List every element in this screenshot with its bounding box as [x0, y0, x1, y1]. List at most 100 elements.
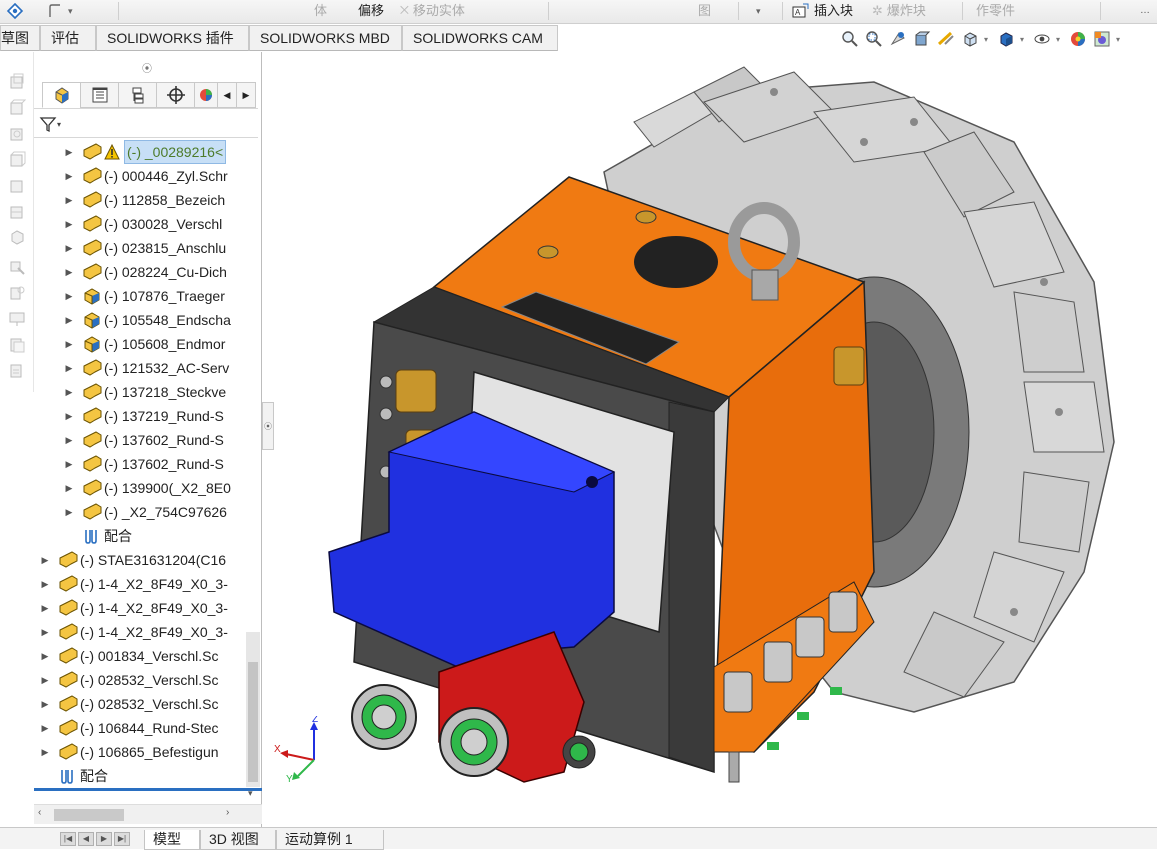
- expand-arrow-icon[interactable]: ▶: [64, 261, 74, 283]
- tab-solidworks-addins[interactable]: SOLIDWORKS 插件: [96, 25, 249, 51]
- sketch-tool-icon[interactable]: ▾: [46, 0, 73, 22]
- tree-item-component[interactable]: ▶ (-) 023815_Anschlu: [64, 236, 262, 260]
- overflow-icon[interactable]: …: [1140, 0, 1150, 22]
- first-tab-icon[interactable]: |◀: [60, 832, 76, 846]
- display-style-icon[interactable]: [996, 29, 1016, 49]
- vertical-scrollbar-thumb[interactable]: [248, 662, 258, 782]
- body-command[interactable]: 体: [314, 0, 327, 22]
- strip-tool-11-icon[interactable]: [8, 336, 26, 354]
- tab-dimxpert-manager[interactable]: [156, 82, 195, 108]
- rollback-bar[interactable]: [34, 788, 262, 791]
- tree-item-component[interactable]: ▶ (-) 137218_Steckve: [64, 380, 262, 404]
- tabs-scroll-left-icon[interactable]: ◀: [217, 82, 237, 108]
- tree-item-component[interactable]: ▶ (-) 1-4_X2_8F49_X0_3-: [40, 620, 262, 644]
- tab-solidworks-cam[interactable]: SOLIDWORKS CAM: [402, 25, 558, 51]
- horizontal-scrollbar[interactable]: ‹ ›: [34, 804, 262, 824]
- scroll-right-icon[interactable]: ›: [226, 807, 229, 818]
- strip-tool-1-icon[interactable]: [8, 72, 26, 90]
- edit-appearance-icon[interactable]: [1068, 29, 1088, 49]
- tabs-scroll-right-icon[interactable]: ▶: [236, 82, 256, 108]
- tree-item-component[interactable]: ▶ (-) 137602_Rund-S: [64, 428, 262, 452]
- tree-item-component[interactable]: ▶ (-) 121532_AC-Serv: [64, 356, 262, 380]
- expand-arrow-icon[interactable]: ▶: [64, 405, 74, 427]
- tree-item-component[interactable]: ▶ (-) 030028_Verschl: [64, 212, 262, 236]
- tree-item-component[interactable]: ▶ (-) 001834_Verschl.Sc: [40, 644, 262, 668]
- tree-item-component[interactable]: ▶ (-) 028532_Verschl.Sc: [40, 668, 262, 692]
- expand-arrow-icon[interactable]: ▶: [64, 453, 74, 475]
- tree-item-selected[interactable]: ▶ (-) _00289216<: [64, 140, 262, 164]
- expand-arrow-icon[interactable]: ▶: [40, 645, 50, 667]
- tree-item-component[interactable]: ▶ (-) 1-4_X2_8F49_X0_3-: [40, 596, 262, 620]
- dynamic-annotation-icon[interactable]: [936, 29, 956, 49]
- strip-tool-2-icon[interactable]: [8, 98, 26, 116]
- tree-item-component[interactable]: ▶ (-) 139900(_X2_8E0: [64, 476, 262, 500]
- tab-configuration-manager[interactable]: [118, 82, 157, 108]
- caret-icon[interactable]: ▾: [756, 0, 761, 22]
- scrollbar-thumb[interactable]: [54, 809, 124, 821]
- tab-motion-study[interactable]: 运动算例 1: [276, 830, 384, 850]
- expand-arrow-icon[interactable]: ▶: [40, 549, 50, 571]
- tree-item-component[interactable]: ▶ (-) STAE31631204(C16: [40, 548, 262, 572]
- tab-property-manager[interactable]: [80, 82, 119, 108]
- options-icon[interactable]: [6, 0, 24, 22]
- hide-show-caret-icon[interactable]: ▾: [1056, 35, 1064, 44]
- strip-tool-4-icon[interactable]: [8, 150, 26, 168]
- strip-tool-12-icon[interactable]: [8, 362, 26, 380]
- display-style-caret-icon[interactable]: ▾: [1020, 35, 1028, 44]
- tree-item-component[interactable]: ▶ (-) 105548_Endscha: [64, 308, 262, 332]
- tab-evaluate[interactable]: 评估: [40, 25, 96, 51]
- expand-arrow-icon[interactable]: ▶: [64, 477, 74, 499]
- view-command[interactable]: 图: [698, 0, 711, 22]
- expand-arrow-icon[interactable]: ▶: [64, 357, 74, 379]
- tree-item-component[interactable]: ▶ (-) 107876_Traeger: [64, 284, 262, 308]
- tree-item-sub-mates[interactable]: 配合: [64, 524, 262, 548]
- last-tab-icon[interactable]: ▶|: [114, 832, 130, 846]
- tree-item-mates[interactable]: 配合: [40, 764, 262, 788]
- zoom-to-fit-icon[interactable]: [840, 29, 860, 49]
- apply-scene-icon[interactable]: [1092, 29, 1112, 49]
- expand-arrow-icon[interactable]: ▶: [40, 621, 50, 643]
- tree-item-component[interactable]: ▶ (-) 106844_Rund-Stec: [40, 716, 262, 740]
- strip-tool-5-icon[interactable]: [8, 176, 26, 194]
- expand-arrow-icon[interactable]: ▶: [64, 189, 74, 211]
- tree-item-component[interactable]: ▶ (-) 1-4_X2_8F49_X0_3-: [40, 572, 262, 596]
- expand-arrow-icon[interactable]: ▶: [64, 333, 74, 355]
- scroll-left-icon[interactable]: ‹: [38, 807, 41, 818]
- panel-splitter-handle[interactable]: ⦿: [262, 402, 274, 450]
- tab-model[interactable]: 模型: [144, 830, 200, 850]
- expand-arrow-icon[interactable]: ▶: [64, 213, 74, 235]
- strip-tool-10-icon[interactable]: [8, 310, 26, 328]
- prev-tab-icon[interactable]: ◀: [78, 832, 94, 846]
- tab-3d-views[interactable]: 3D 视图: [200, 830, 276, 850]
- expand-arrow-icon[interactable]: ▶: [64, 285, 74, 307]
- expand-arrow-icon[interactable]: ▶: [40, 573, 50, 595]
- next-tab-icon[interactable]: ▶: [96, 832, 112, 846]
- tab-solidworks-mbd[interactable]: SOLIDWORKS MBD: [249, 25, 402, 51]
- apply-scene-caret-icon[interactable]: ▾: [1116, 35, 1124, 44]
- expand-arrow-icon[interactable]: ▶: [64, 429, 74, 451]
- expand-arrow-icon[interactable]: ▶: [40, 717, 50, 739]
- tree-item-component[interactable]: ▶ (-) 112858_Bezeich: [64, 188, 262, 212]
- expand-arrow-icon[interactable]: ▶: [40, 741, 50, 763]
- offset-command[interactable]: 偏移: [358, 0, 384, 22]
- expand-arrow-icon[interactable]: ▶: [64, 141, 74, 163]
- section-view-icon[interactable]: [912, 29, 932, 49]
- vertical-scrollbar[interactable]: [246, 632, 260, 787]
- expand-arrow-icon[interactable]: ▶: [64, 381, 74, 403]
- hide-show-items-icon[interactable]: [1032, 29, 1052, 49]
- strip-tool-9-icon[interactable]: [8, 284, 26, 302]
- tab-display-manager[interactable]: [194, 82, 218, 108]
- tree-item-component[interactable]: ▶ (-) 137219_Rund-S: [64, 404, 262, 428]
- graphics-viewport[interactable]: Z X Y: [274, 52, 1157, 827]
- insert-block-command[interactable]: A 插入块: [792, 0, 853, 22]
- strip-tool-6-icon[interactable]: [8, 202, 26, 220]
- tab-feature-manager[interactable]: [42, 82, 81, 108]
- expand-arrow-icon[interactable]: ▶: [64, 309, 74, 331]
- tree-item-component[interactable]: ▶ (-) 000446_Zyl.Schr: [64, 164, 262, 188]
- strip-tool-3-icon[interactable]: [8, 124, 26, 142]
- tree-item-component[interactable]: ▶ (-) 028224_Cu-Dich: [64, 260, 262, 284]
- tree-item-component[interactable]: ▶ (-) 106865_Befestigun: [40, 740, 262, 764]
- previous-view-icon[interactable]: [888, 29, 908, 49]
- expand-arrow-icon[interactable]: ▶: [64, 501, 74, 523]
- zoom-to-area-icon[interactable]: [864, 29, 884, 49]
